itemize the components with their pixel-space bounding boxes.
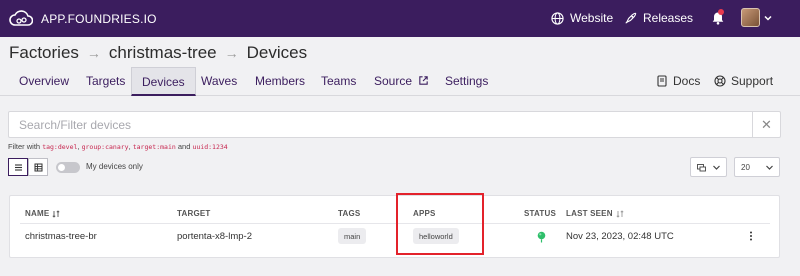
tab-waves[interactable]: Waves — [191, 67, 247, 96]
more-actions-icon[interactable] — [749, 231, 753, 241]
chevron-down-icon[interactable] — [764, 14, 772, 22]
column-header-last-seen[interactable]: LAST SEEN — [566, 209, 624, 218]
columns-icon — [697, 163, 706, 171]
filter-hint-conjunction: and — [177, 142, 191, 151]
foundries-logo-icon — [9, 10, 33, 26]
sort-icon — [52, 209, 60, 218]
docs-label: Docs — [673, 74, 701, 88]
breadcrumb: Factories → christmas-tree → Devices — [9, 43, 307, 63]
releases-label: Releases — [643, 11, 694, 25]
user-avatar[interactable] — [741, 8, 760, 27]
tab-source-label: Source — [374, 74, 413, 88]
support-link[interactable]: Support — [714, 74, 773, 88]
close-icon: ✕ — [761, 116, 772, 132]
column-header-last-seen-label: LAST SEEN — [566, 209, 613, 218]
chevron-down-icon — [713, 165, 720, 170]
column-header-name-label: NAME — [25, 209, 50, 218]
breadcrumb-separator: → — [86, 45, 101, 61]
search-box: ✕ — [8, 111, 781, 138]
filter-example: tag:devel — [42, 143, 78, 151]
lifebuoy-icon — [714, 75, 726, 87]
table-grid-icon — [34, 163, 42, 171]
device-name[interactable]: christmas-tree-br — [25, 231, 97, 242]
column-header-status: STATUS — [524, 209, 557, 218]
brand-name: APP.FOUNDRIES.IO — [41, 12, 157, 26]
device-last-seen: Nov 23, 2023, 02:48 UTC — [566, 231, 674, 242]
support-label: Support — [731, 74, 774, 88]
device-target: portenta-x8-lmp-2 — [177, 231, 252, 242]
column-header-apps: APPS — [413, 209, 436, 218]
breadcrumb-devices: Devices — [246, 43, 308, 62]
website-link[interactable]: Website — [551, 11, 613, 25]
rocket-icon — [625, 12, 637, 24]
breadcrumb-separator: → — [224, 45, 239, 61]
brand-logo[interactable]: APP.FOUNDRIES.IO — [9, 9, 157, 29]
breadcrumb-factories[interactable]: Factories — [9, 43, 79, 63]
search-input[interactable] — [9, 112, 749, 137]
page-size-value: 20 — [741, 162, 750, 172]
external-link-icon — [419, 76, 429, 85]
website-label: Website — [570, 11, 614, 25]
tab-settings[interactable]: Settings — [435, 67, 498, 96]
app-pill: helloworld — [413, 228, 459, 244]
my-devices-label: My devices only — [86, 162, 143, 171]
tab-overview[interactable]: Overview — [9, 67, 79, 96]
book-icon — [657, 75, 667, 87]
list-view-button[interactable] — [8, 158, 28, 176]
page-size-select[interactable]: 20 — [734, 157, 780, 177]
clear-search-button[interactable]: ✕ — [752, 112, 780, 137]
section-tabs: Overview Targets Devices Waves Members T… — [0, 67, 800, 96]
table-view-button[interactable] — [28, 158, 48, 176]
globe-icon — [551, 11, 564, 25]
tab-teams[interactable]: Teams — [311, 67, 366, 96]
sort-icon — [616, 209, 624, 218]
filter-example: target:main — [132, 143, 176, 151]
chevron-down-icon — [766, 165, 773, 170]
column-header-name[interactable]: NAME — [25, 209, 60, 218]
my-devices-toggle[interactable] — [56, 162, 80, 173]
header-divider — [20, 223, 770, 224]
breadcrumb-factory[interactable]: christmas-tree — [109, 43, 217, 63]
top-navbar: APP.FOUNDRIES.IO Website Releases — [0, 0, 800, 37]
devices-table: NAME TARGET TAGS APPS STATUS LAST SEEN c… — [9, 195, 780, 258]
tab-source[interactable]: Source — [364, 67, 439, 96]
tab-devices[interactable]: Devices — [131, 67, 196, 96]
toggle-knob — [58, 164, 65, 171]
notification-badge — [718, 9, 724, 15]
column-header-tags: TAGS — [338, 209, 361, 218]
column-header-target: TARGET — [177, 209, 211, 218]
status-online-icon — [537, 231, 546, 243]
column-selector-dropdown[interactable] — [690, 157, 727, 177]
filter-example: uuid:1234 — [192, 143, 228, 151]
list-icon — [14, 163, 22, 171]
tab-targets[interactable]: Targets — [76, 67, 135, 96]
docs-link[interactable]: Docs — [656, 74, 700, 88]
releases-link[interactable]: Releases — [624, 11, 693, 25]
filter-hint: Filter with tag:devel, group:canary, tar… — [8, 142, 228, 151]
filter-hint-prefix: Filter with — [8, 142, 41, 151]
tag-pill: main — [338, 228, 367, 244]
tab-members[interactable]: Members — [245, 67, 315, 96]
filter-example: group:canary — [81, 143, 129, 151]
